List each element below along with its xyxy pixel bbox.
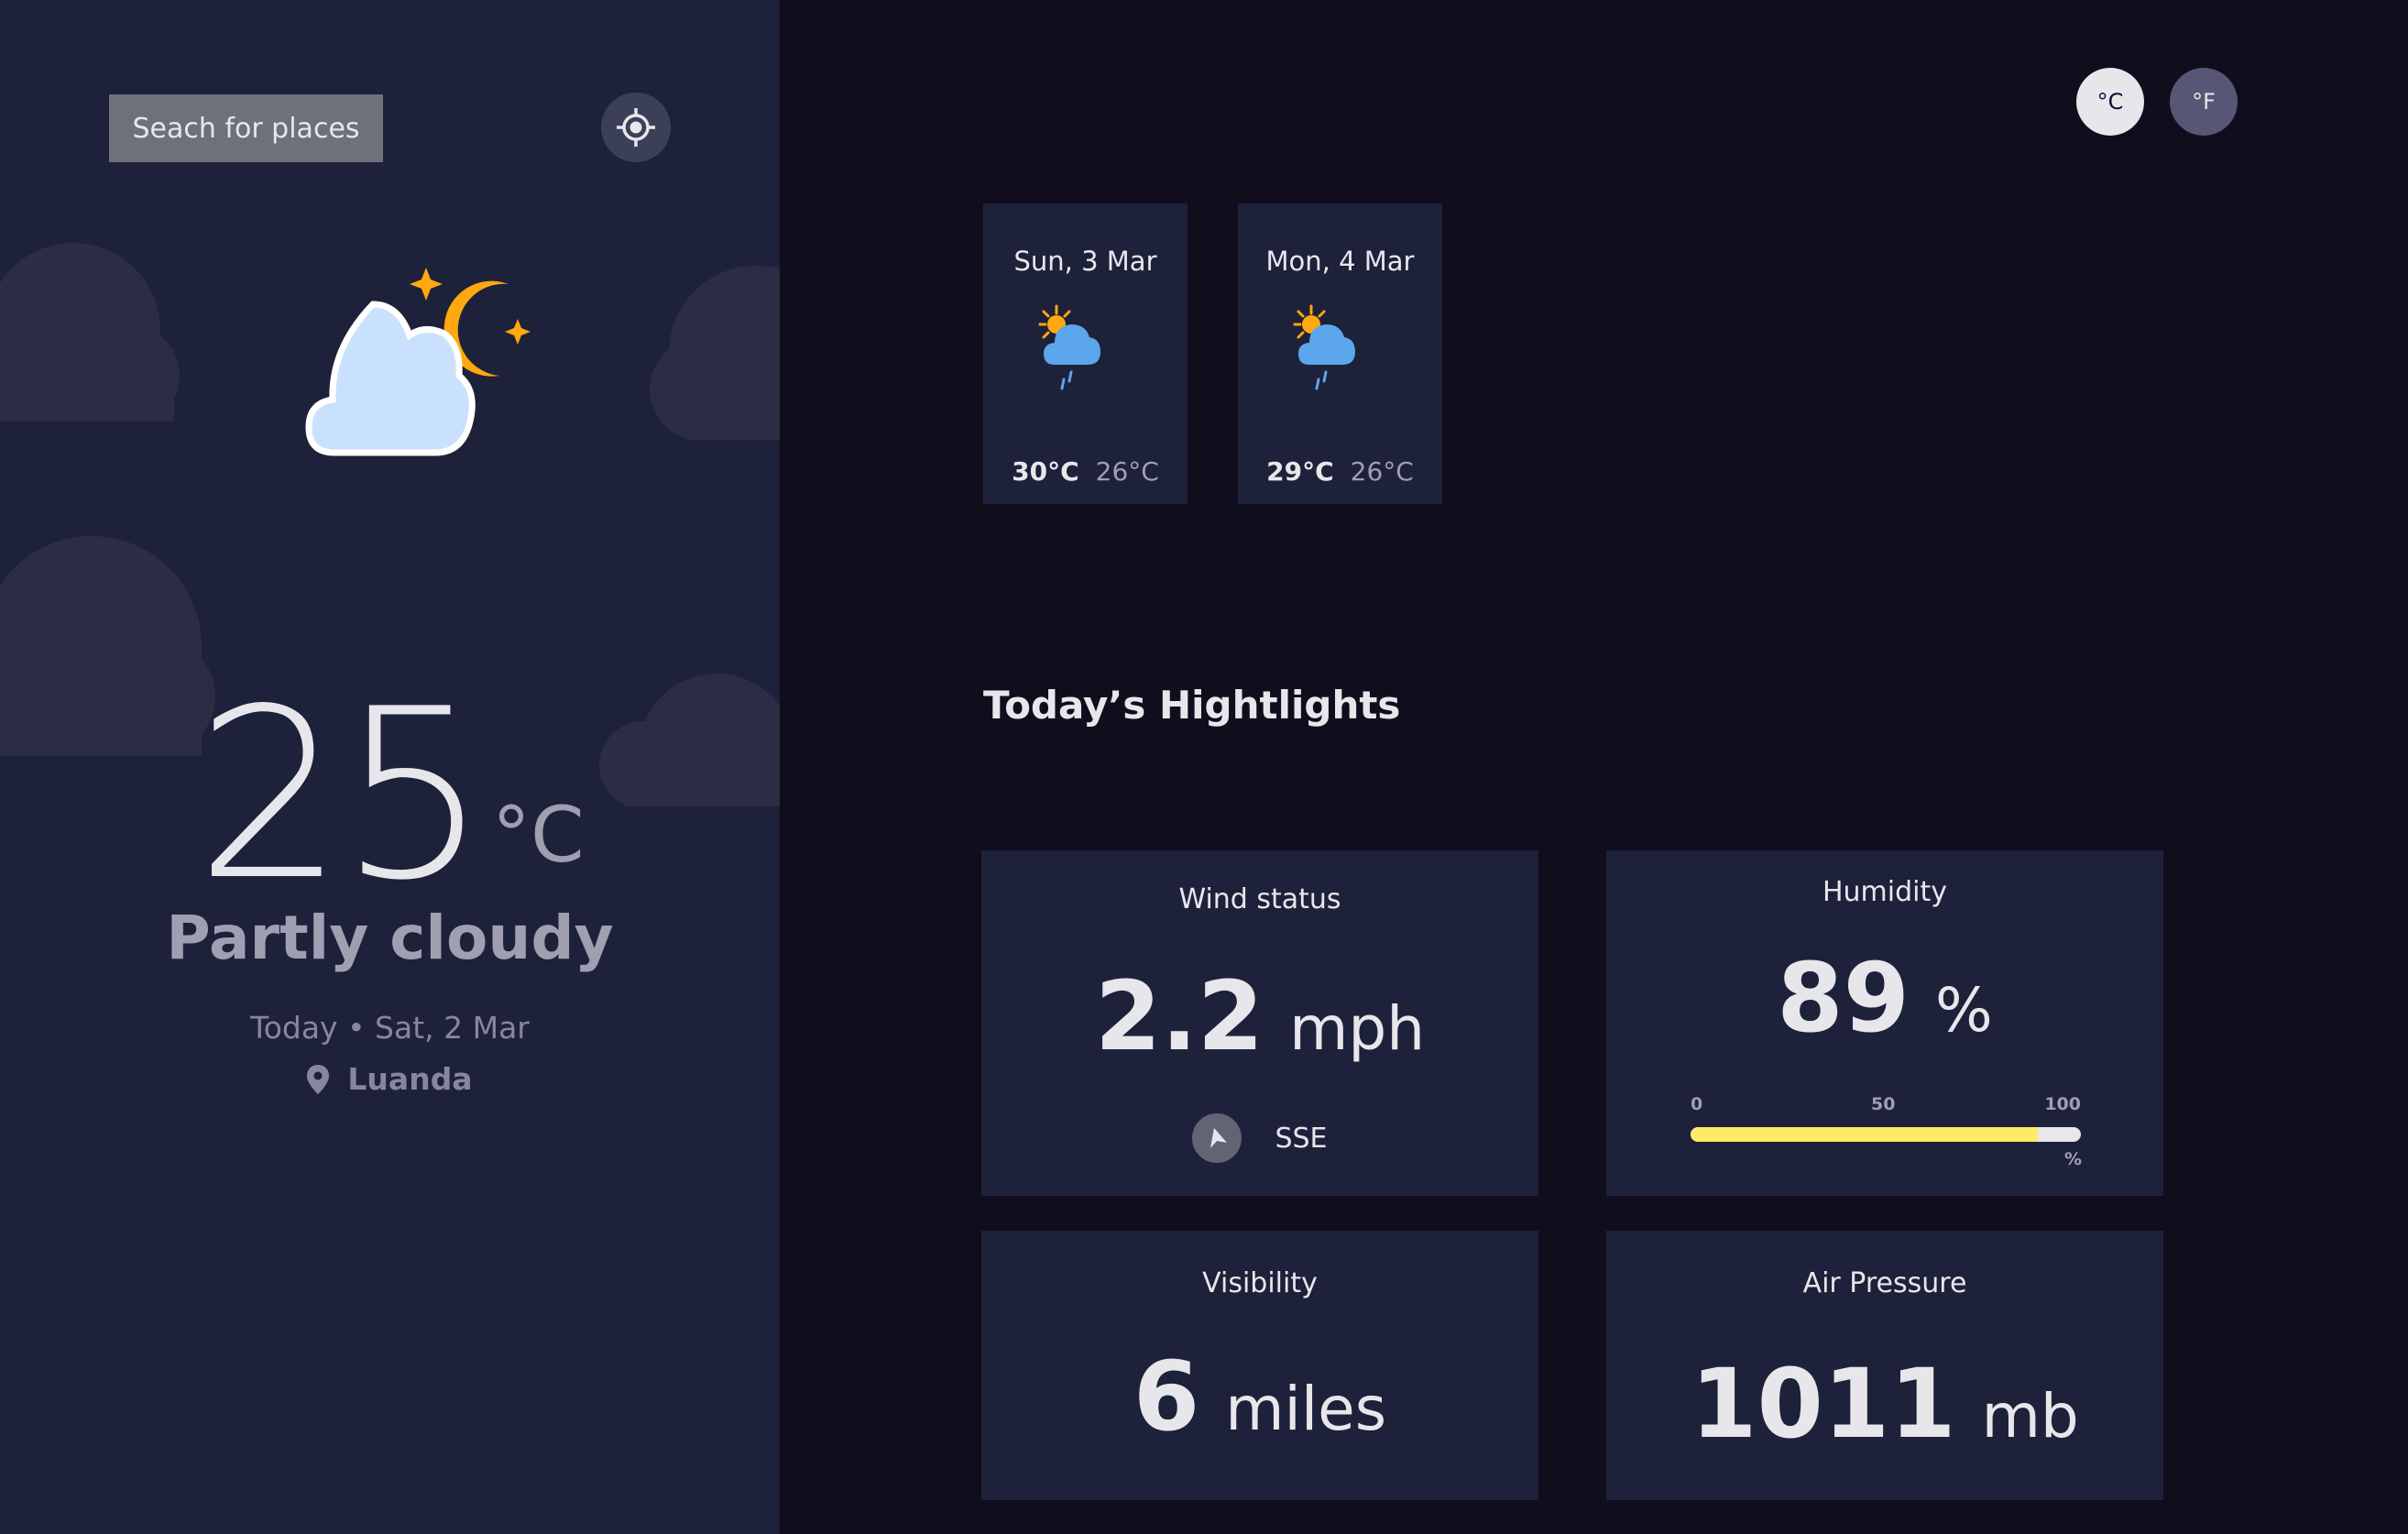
humidity-value: 89 %	[1606, 942, 2163, 1054]
pressure-number: 1011	[1691, 1348, 1956, 1460]
current-location-button[interactable]	[601, 93, 671, 162]
celsius-toggle[interactable]: °C	[2076, 68, 2144, 136]
forecast-max: 29°C	[1266, 456, 1334, 487]
visibility-value: 6 miles	[981, 1341, 1538, 1452]
background-cloud-icon	[650, 266, 780, 440]
wind-value: 2.2 mph	[981, 960, 1538, 1072]
highlights-title: Today’s Hightlights	[983, 683, 1401, 728]
wind-speed: 2.2	[1094, 960, 1264, 1072]
pressure-label: Air Pressure	[1802, 1267, 1967, 1299]
scale-max: 100	[2044, 1094, 2081, 1114]
location-pin-icon	[307, 1064, 330, 1094]
humidity-card: Humidity 89 % 0 50 100 %	[1606, 850, 2163, 1196]
humidity-label: Humidity	[1822, 876, 1948, 908]
sidebar: Seach for places 25 °C Partly cloudy Tod…	[0, 0, 780, 1534]
fahrenheit-toggle[interactable]: °F	[2170, 68, 2238, 136]
forecast-card[interactable]: Sun, 3 Mar 30°C 26°C	[983, 203, 1188, 504]
search-places-button[interactable]: Seach for places	[109, 94, 383, 162]
humidity-scale-unit: %	[2064, 1149, 2083, 1169]
sun-rain-cloud-icon	[1293, 304, 1355, 390]
partly-cloudy-night-icon	[305, 268, 531, 456]
forecast-temps: 30°C 26°C	[983, 456, 1188, 487]
location-name: Luanda	[347, 1061, 473, 1097]
gps-locate-icon	[617, 108, 655, 147]
navigation-arrow-icon	[1192, 1113, 1242, 1163]
air-pressure-card: Air Pressure 1011 mb	[1606, 1231, 2163, 1500]
current-temperature: 25 °C	[0, 678, 780, 913]
temperature-value: 25	[195, 659, 488, 932]
wind-label: Wind status	[1178, 883, 1341, 915]
temperature-unit: °C	[492, 790, 585, 880]
humidity-unit: %	[1935, 975, 1993, 1046]
wind-status-card: Wind status 2.2 mph SSE	[981, 850, 1538, 1196]
visibility-number: 6	[1133, 1341, 1200, 1452]
forecast-date: Sun, 3 Mar	[1013, 246, 1157, 277]
forecast-min: 26°C	[1095, 456, 1159, 487]
current-date: Today • Sat, 2 Mar	[250, 1010, 530, 1046]
humidity-scale: 0 50 100	[1691, 1094, 2081, 1116]
scale-mid: 50	[1871, 1094, 1896, 1114]
forecast-date: Mon, 4 Mar	[1265, 246, 1415, 277]
visibility-label: Visibility	[1202, 1267, 1318, 1299]
forecast-card[interactable]: Mon, 4 Mar 29°C 26°C	[1238, 203, 1442, 504]
background-cloud-icon	[0, 243, 180, 422]
wind-unit: mph	[1289, 993, 1426, 1064]
location: Luanda	[0, 1061, 780, 1097]
wind-direction-label: SSE	[1275, 1122, 1328, 1155]
wind-direction: SSE	[981, 1113, 1538, 1163]
forecast-min: 26°C	[1350, 456, 1414, 487]
humidity-progress-bar	[1691, 1127, 2081, 1142]
visibility-unit: miles	[1225, 1374, 1387, 1444]
visibility-card: Visibility 6 miles	[981, 1231, 1538, 1500]
humidity-progress-fill	[1691, 1127, 2039, 1142]
forecast-max: 30°C	[1012, 456, 1079, 487]
weather-condition: Partly cloudy	[166, 903, 614, 973]
pressure-unit: mb	[1981, 1381, 2079, 1452]
forecast-temps: 29°C 26°C	[1238, 456, 1442, 487]
humidity-number: 89	[1777, 942, 1910, 1054]
pressure-value: 1011 mb	[1606, 1348, 2163, 1460]
sun-rain-cloud-icon	[1038, 304, 1100, 390]
scale-min: 0	[1691, 1094, 1703, 1114]
